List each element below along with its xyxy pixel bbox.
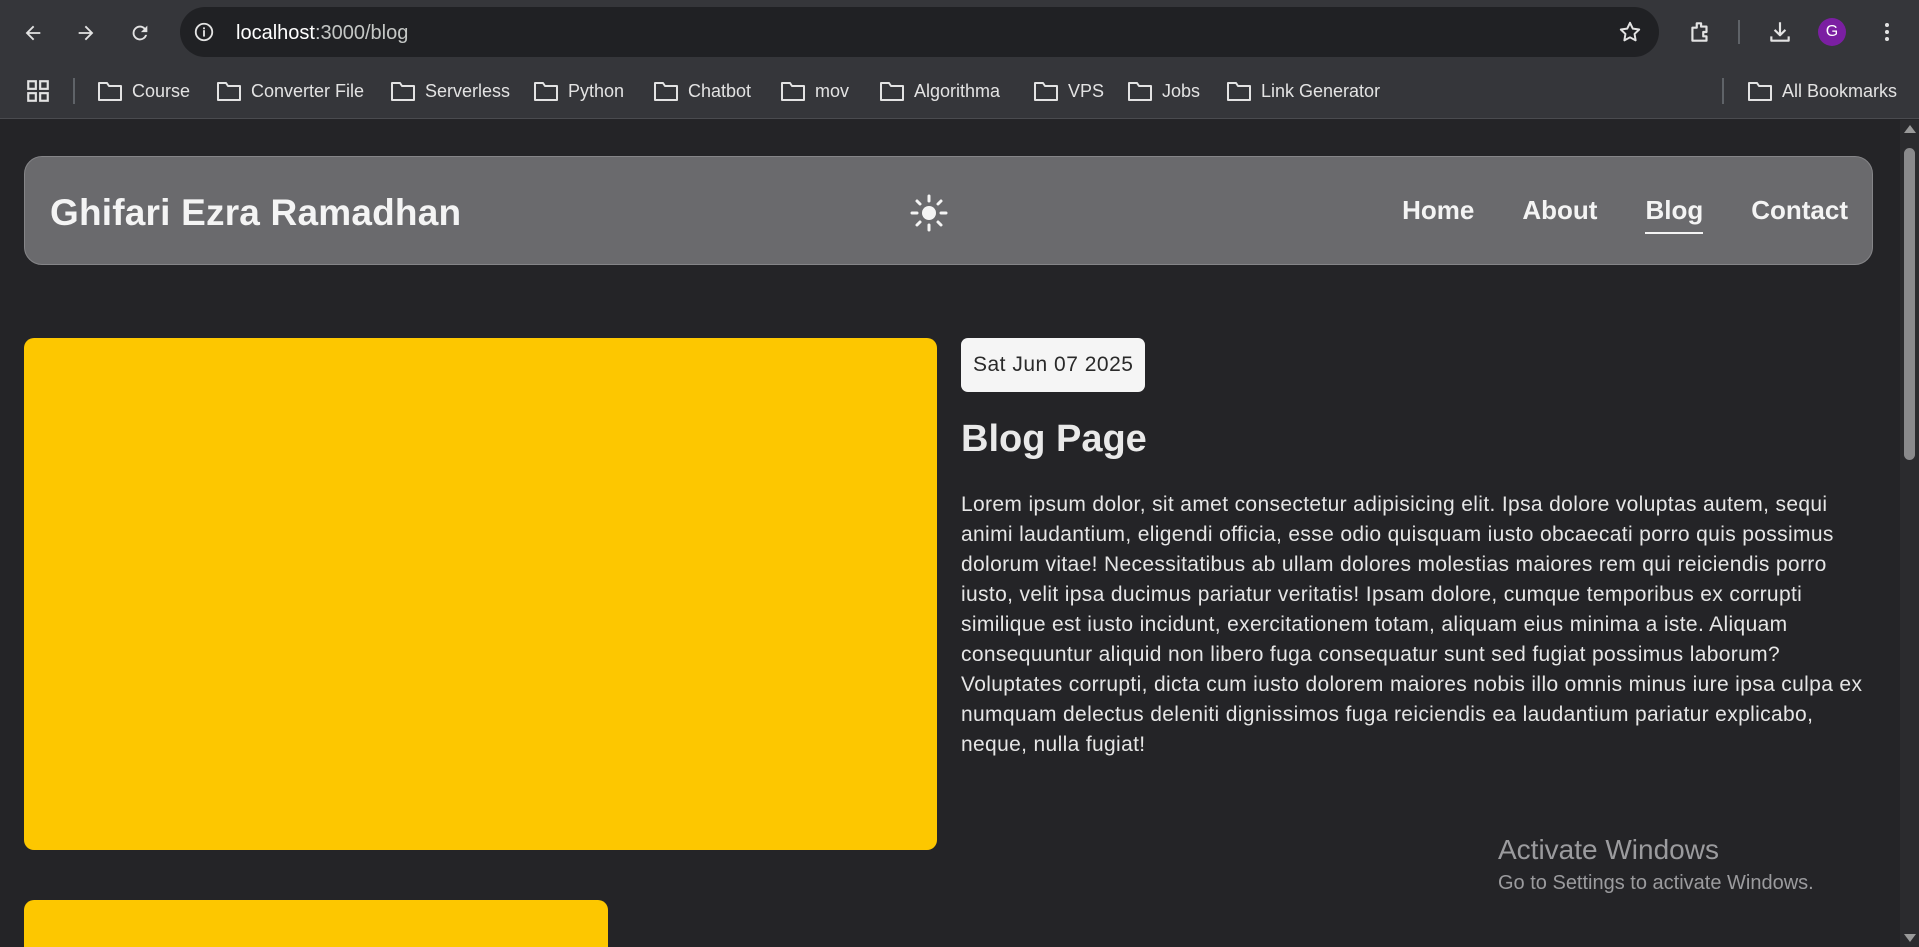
all-bookmarks-label: All Bookmarks <box>1782 80 1898 101</box>
arrow-left-icon <box>25 25 41 41</box>
bookmark-folder[interactable]: Course <box>97 77 190 105</box>
folder-icon <box>654 82 678 101</box>
nav-links: Home About Blog Contact <box>1402 195 1848 234</box>
bookmark-label: Jobs <box>1162 80 1201 101</box>
url-host: localhost <box>236 22 315 44</box>
next-post-image-placeholder <box>24 900 608 947</box>
bookmark-folder[interactable]: Converter File <box>216 77 364 105</box>
scroll-thumb[interactable] <box>1904 148 1915 460</box>
folder-icon <box>1128 82 1152 101</box>
bookmark-folder[interactable]: Link Generator <box>1226 77 1380 105</box>
site-info-icon[interactable] <box>192 20 216 44</box>
profile-avatar[interactable]: G <box>1818 18 1846 46</box>
bookmark-label: Python <box>568 80 625 101</box>
bookmark-label: mov <box>815 80 850 101</box>
post-date-badge: Sat Jun 07 2025 <box>961 338 1146 392</box>
bookmarks-divider <box>73 78 75 104</box>
watermark-subtitle: Go to Settings to activate Windows. <box>1498 872 1814 894</box>
page-viewport: Ghifari Ezra Ramadhan Home About Blog Co… <box>0 120 1900 947</box>
windows-activation-watermark: Activate Windows Go to Settings to activ… <box>1498 834 1814 895</box>
bookmark-folder[interactable]: Jobs <box>1127 77 1200 105</box>
folder-icon <box>1034 82 1058 101</box>
nav-link-contact[interactable]: Contact <box>1751 195 1848 234</box>
browser-toolbar: localhost:3000/blog G <box>0 0 1919 64</box>
folder-icon <box>98 82 122 101</box>
post-image-placeholder <box>24 338 937 850</box>
sun-icon[interactable] <box>909 193 949 233</box>
forward-button[interactable] <box>67 14 105 52</box>
bookmark-label: Algorithma <box>914 80 1001 101</box>
bookmark-folder[interactable]: Python <box>533 77 624 105</box>
more-menu-icon[interactable] <box>1872 17 1902 47</box>
bookmark-label: VPS <box>1068 80 1105 101</box>
reload-icon <box>132 25 148 41</box>
bookmark-folder[interactable]: VPS <box>1033 77 1104 105</box>
watermark-title: Activate Windows <box>1498 834 1719 865</box>
bookmark-folder[interactable]: Chatbot <box>653 77 751 105</box>
reload-button[interactable] <box>121 14 159 52</box>
bookmark-folder[interactable]: Algorithma <box>879 77 1000 105</box>
page-scrollbar[interactable] <box>1900 120 1919 947</box>
folder-icon <box>391 82 415 101</box>
folder-icon <box>534 82 558 101</box>
nav-link-about[interactable]: About <box>1522 195 1597 234</box>
back-button[interactable] <box>14 14 52 52</box>
bookmark-label: Course <box>132 80 191 101</box>
folder-icon <box>781 82 805 101</box>
scroll-up-arrow[interactable] <box>1904 125 1916 133</box>
all-bookmarks-button[interactable]: All Bookmarks <box>1747 77 1897 105</box>
address-bar[interactable]: localhost:3000/blog <box>180 7 1659 57</box>
bookmark-folder[interactable]: mov <box>780 77 849 105</box>
bookmark-label: Link Generator <box>1261 80 1381 101</box>
apps-grid-icon[interactable] <box>25 78 51 104</box>
site-brand[interactable]: Ghifari Ezra Ramadhan <box>50 192 461 234</box>
toolbar-divider <box>1738 20 1740 44</box>
bookmark-label: Converter File <box>251 80 365 101</box>
nav-link-blog[interactable]: Blog <box>1645 195 1704 234</box>
url-text[interactable]: localhost:3000/blog <box>236 22 408 45</box>
folder-icon <box>1748 82 1772 101</box>
folder-icon <box>217 82 241 101</box>
bookmark-folder[interactable]: Serverless <box>390 77 510 105</box>
site-navbar: Ghifari Ezra Ramadhan Home About Blog Co… <box>24 156 1873 265</box>
bookmarks-bar: Course Converter File Serverless Python … <box>0 64 1919 119</box>
download-icon[interactable] <box>1765 17 1795 47</box>
bookmark-label: Serverless <box>425 80 511 101</box>
arrow-right-icon <box>78 25 94 41</box>
post-title: Blog Page <box>961 418 1147 460</box>
bookmark-label: Chatbot <box>688 80 752 101</box>
folder-icon <box>880 82 904 101</box>
nav-link-home[interactable]: Home <box>1402 195 1474 234</box>
extensions-icon[interactable] <box>1685 17 1715 47</box>
folder-icon <box>1227 82 1251 101</box>
post-body: Lorem ipsum dolor, sit amet consectetur … <box>961 493 1863 756</box>
url-path: :3000/blog <box>314 22 409 44</box>
bookmarks-divider <box>1722 78 1724 104</box>
scroll-down-arrow[interactable] <box>1904 934 1916 942</box>
bookmark-star-icon[interactable] <box>1617 19 1643 45</box>
